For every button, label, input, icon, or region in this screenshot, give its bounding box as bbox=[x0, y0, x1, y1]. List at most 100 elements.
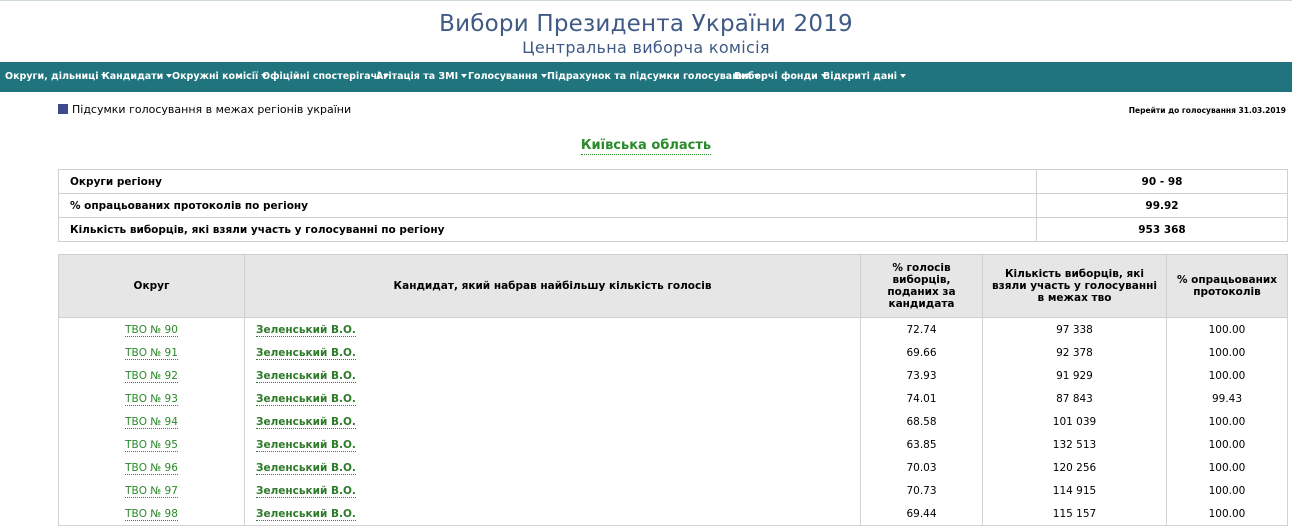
summary-value: 90 - 98 bbox=[1036, 169, 1288, 194]
district-cell: ТВО № 92 bbox=[58, 364, 245, 387]
processed-cell: 100.00 bbox=[1166, 433, 1288, 456]
district-cell: ТВО № 95 bbox=[58, 433, 245, 456]
candidate-cell: Зеленський В.О. bbox=[244, 479, 861, 502]
nav-item-commissions[interactable]: Окружні комісії bbox=[172, 62, 268, 92]
nav-item-voting[interactable]: Голосування bbox=[468, 62, 547, 92]
page-title: Вибори Президента України 2019 bbox=[439, 11, 853, 37]
candidate-link[interactable]: Зеленський В.О. bbox=[256, 323, 356, 337]
table-row: ТВО № 93 Зеленський В.О. 74.01 87 843 99.43 bbox=[58, 387, 1288, 410]
district-cell: ТВО № 94 bbox=[58, 410, 245, 433]
nav-item-open-data[interactable]: Відкриті дані bbox=[823, 62, 907, 92]
district-results-table: Округ Кандидат, який набрав найбільшу кі… bbox=[58, 254, 1288, 526]
table-row: ТВО № 94 Зеленський В.О. 68.58 101 039 100.0… bbox=[58, 410, 1288, 433]
region-title-link[interactable]: Київська область bbox=[580, 138, 712, 155]
voters-cell: 115 157 bbox=[982, 502, 1167, 526]
voters-cell: 120 256 bbox=[982, 456, 1167, 479]
processed-cell: 100.00 bbox=[1166, 479, 1288, 502]
candidate-link[interactable]: Зеленський В.О. bbox=[256, 369, 356, 383]
district-cell: ТВО № 90 bbox=[58, 317, 245, 341]
nav-item-label: Офіційні спостерігачі bbox=[262, 71, 381, 82]
voters-cell: 114 915 bbox=[982, 479, 1167, 502]
summary-value: 99.92 bbox=[1036, 193, 1288, 218]
summary-label: % опрацьованих протоколів по регіону bbox=[58, 193, 1037, 218]
table-row: ТВО № 95 Зеленський В.О. 63.85 132 513 100.0… bbox=[58, 433, 1288, 456]
candidate-link[interactable]: Зеленський В.О. bbox=[256, 484, 356, 498]
district-cell: ТВО № 93 bbox=[58, 387, 245, 410]
voters-cell: 91 929 bbox=[982, 364, 1167, 387]
goto-previous-vote-link[interactable]: Перейти до голосування 31.03.2019 bbox=[1129, 106, 1286, 116]
caret-down-icon bbox=[900, 73, 907, 78]
voters-cell: 132 513 bbox=[982, 433, 1167, 456]
processed-cell: 100.00 bbox=[1166, 456, 1288, 479]
candidate-link[interactable]: Зеленський В.О. bbox=[256, 507, 356, 521]
caret-down-icon bbox=[540, 73, 547, 78]
candidate-cell: Зеленський В.О. bbox=[244, 456, 861, 479]
percent-cell: 69.66 bbox=[860, 341, 983, 364]
nav-item-label: Голосування bbox=[468, 71, 538, 82]
column-header-percent: % голосів виборців, поданих за кандидата bbox=[860, 254, 983, 318]
percent-cell: 63.85 bbox=[860, 433, 983, 456]
nav-item-funds[interactable]: Виборчі фонди bbox=[734, 62, 827, 92]
candidate-link[interactable]: Зеленський В.О. bbox=[256, 392, 356, 406]
district-link[interactable]: ТВО № 98 bbox=[125, 507, 178, 521]
breadcrumb: Підсумки голосування в межах регіонів ук… bbox=[58, 103, 351, 117]
candidate-cell: Зеленський В.О. bbox=[244, 364, 861, 387]
voters-cell: 101 039 bbox=[982, 410, 1167, 433]
processed-cell: 100.00 bbox=[1166, 410, 1288, 433]
site-header: Вибори Президента України 2019 Центральн… bbox=[0, 0, 1292, 62]
nav-item-districts[interactable]: Округи, дільниці bbox=[5, 62, 108, 92]
summary-row: Кількість виборців, які взяли участь у г… bbox=[58, 217, 1288, 242]
candidate-link[interactable]: Зеленський В.О. bbox=[256, 346, 356, 360]
district-link[interactable]: ТВО № 94 bbox=[125, 415, 178, 429]
percent-cell: 70.03 bbox=[860, 456, 983, 479]
nav-item-label: Відкриті дані bbox=[823, 71, 898, 82]
table-row: ТВО № 91 Зеленський В.О. 69.66 92 378 100.00 bbox=[58, 341, 1288, 364]
candidate-link[interactable]: Зеленський В.О. bbox=[256, 415, 356, 429]
nav-item-observers[interactable]: Офіційні спостерігачі bbox=[262, 62, 390, 92]
region-summary-table: Округи регіону 90 - 98 % опрацьованих про… bbox=[58, 169, 1288, 242]
table-row: ТВО № 97 Зеленський В.О. 70.73 114 915 100.0… bbox=[58, 479, 1288, 502]
summary-row: % опрацьованих протоколів по регіону 99.9… bbox=[58, 193, 1288, 218]
nav-item-label: Округи, дільниці bbox=[5, 71, 99, 82]
summary-value: 953 368 bbox=[1036, 217, 1288, 242]
percent-cell: 72.74 bbox=[860, 317, 983, 341]
candidate-cell: Зеленський В.О. bbox=[244, 387, 861, 410]
nav-item-campaign-media[interactable]: Агітація та ЗМІ bbox=[376, 62, 468, 92]
district-link[interactable]: ТВО № 91 bbox=[125, 346, 178, 360]
district-link[interactable]: ТВО № 92 bbox=[125, 369, 178, 383]
district-link[interactable]: ТВО № 96 bbox=[125, 461, 178, 475]
district-link[interactable]: ТВО № 90 bbox=[125, 323, 178, 337]
nav-item-label: Окружні комісії bbox=[172, 71, 259, 82]
percent-cell: 74.01 bbox=[860, 387, 983, 410]
column-header-voters: Кількість виборців, які взяли участь у г… bbox=[982, 254, 1167, 318]
table-header-row: Округ Кандидат, який набрав найбільшу кі… bbox=[58, 254, 1288, 318]
district-cell: ТВО № 97 bbox=[58, 479, 245, 502]
nav-item-results[interactable]: Підрахунок та підсумки голосування bbox=[547, 62, 761, 92]
processed-cell: 100.00 bbox=[1166, 341, 1288, 364]
candidate-link[interactable]: Зеленський В.О. bbox=[256, 438, 356, 452]
percent-cell: 69.44 bbox=[860, 502, 983, 526]
candidate-link[interactable]: Зеленський В.О. bbox=[256, 461, 356, 475]
table-row: ТВО № 92 Зеленський В.О. 73.93 91 929 100.00 bbox=[58, 364, 1288, 387]
processed-cell: 99.43 bbox=[1166, 387, 1288, 410]
candidate-cell: Зеленський В.О. bbox=[244, 502, 861, 526]
nav-item-candidates[interactable]: Кандидати bbox=[102, 62, 173, 92]
district-cell: ТВО № 96 bbox=[58, 456, 245, 479]
district-link[interactable]: ТВО № 93 bbox=[125, 392, 178, 406]
column-header-district: Округ bbox=[58, 254, 245, 318]
district-link[interactable]: ТВО № 97 bbox=[125, 484, 178, 498]
candidate-cell: Зеленський В.О. bbox=[244, 341, 861, 364]
nav-item-label: Агітація та ЗМІ bbox=[376, 71, 459, 82]
voters-cell: 87 843 bbox=[982, 387, 1167, 410]
percent-cell: 70.73 bbox=[860, 479, 983, 502]
processed-cell: 100.00 bbox=[1166, 317, 1288, 341]
percent-cell: 68.58 bbox=[860, 410, 983, 433]
column-header-candidate: Кандидат, який набрав найбільшу кількіст… bbox=[244, 254, 861, 318]
region-title: Київська область bbox=[0, 138, 1292, 155]
summary-label: Округи регіону bbox=[58, 169, 1037, 194]
district-link[interactable]: ТВО № 95 bbox=[125, 438, 178, 452]
percent-cell: 73.93 bbox=[860, 364, 983, 387]
nav-item-label: Підрахунок та підсумки голосування bbox=[547, 71, 752, 82]
column-header-processed: % опрацьованих протоколів bbox=[1166, 254, 1288, 318]
candidate-cell: Зеленський В.О. bbox=[244, 317, 861, 341]
